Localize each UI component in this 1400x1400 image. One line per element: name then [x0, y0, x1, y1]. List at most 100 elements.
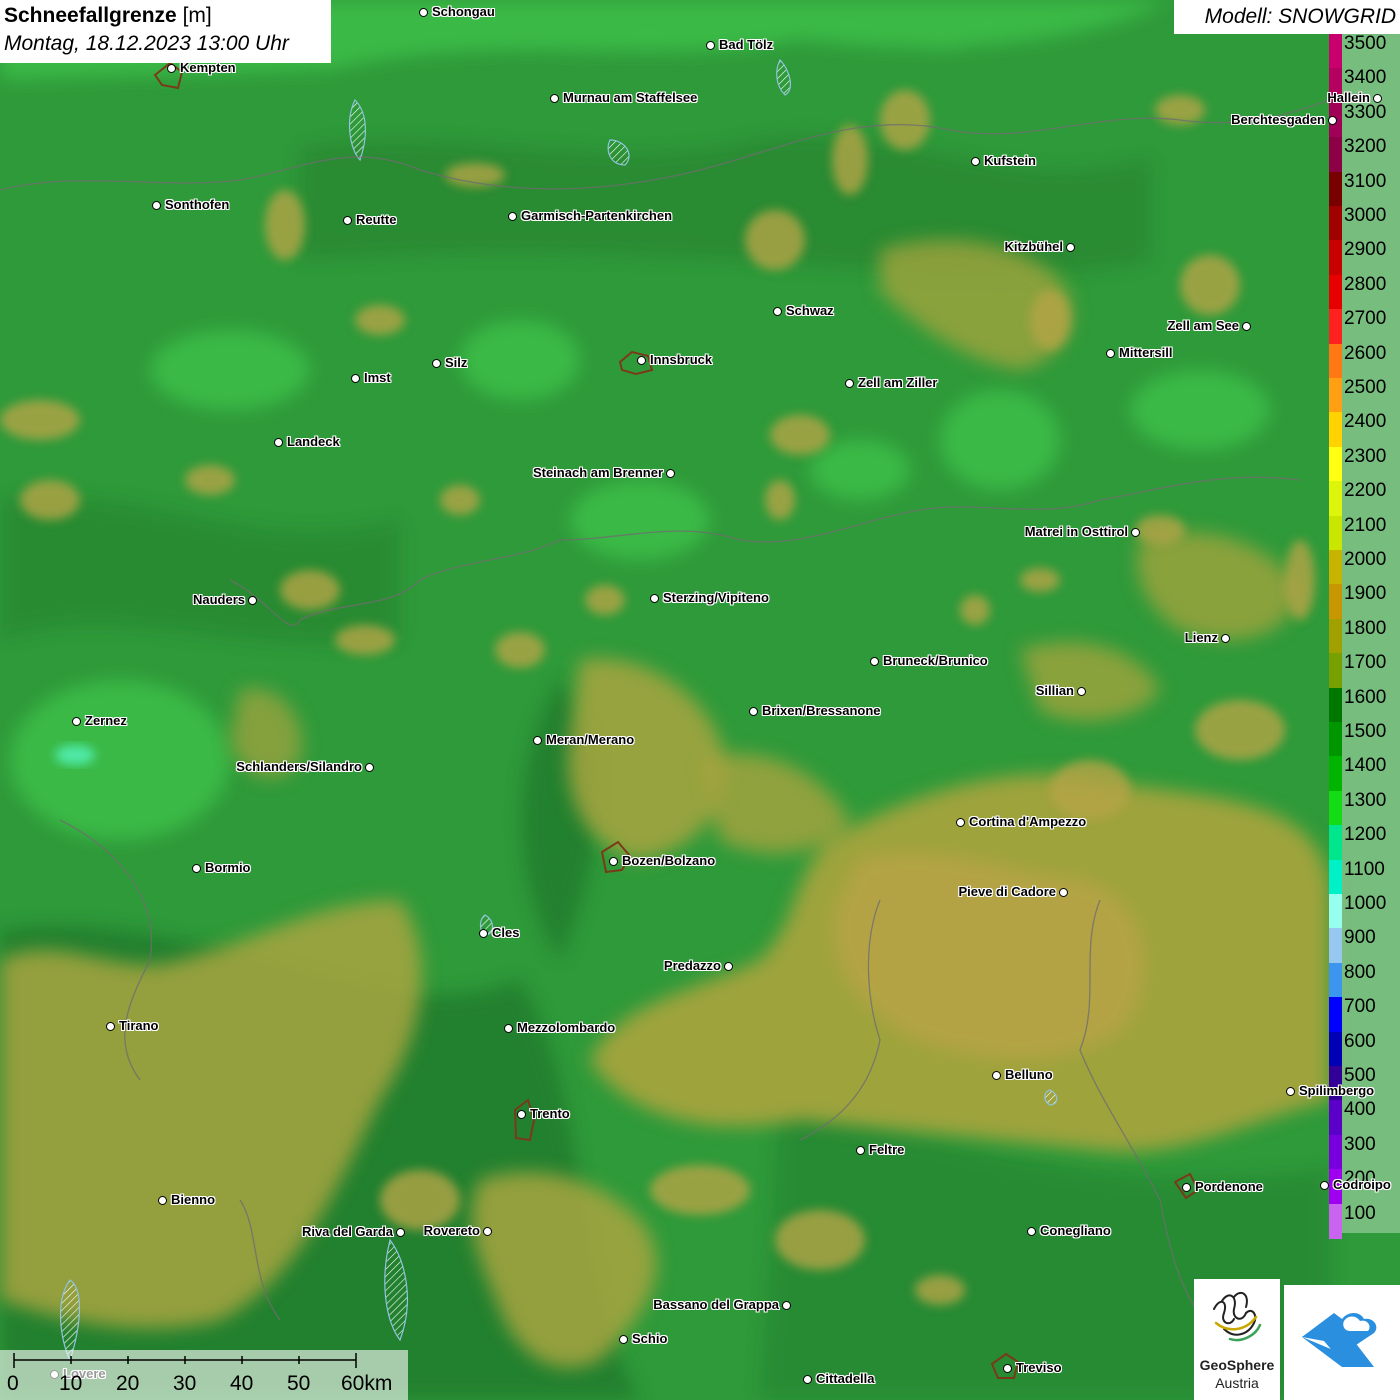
city-label: Cittadella	[816, 1371, 875, 1386]
legend-swatch-1600	[1329, 687, 1342, 723]
city-marker	[517, 1110, 526, 1119]
legend-swatch-1200	[1329, 825, 1342, 861]
city-label: Riva del Garda	[301, 1224, 393, 1239]
city-marker	[1131, 528, 1140, 537]
title-box: Schneefallgrenze [m] Montag, 18.12.2023 …	[0, 0, 331, 63]
legend-label-400: 400	[1344, 1099, 1376, 1121]
legend-swatch-2100	[1329, 515, 1342, 551]
city-label: Kempten	[180, 60, 236, 75]
legend-label-1300: 1300	[1344, 789, 1387, 811]
city-marker	[419, 8, 428, 17]
legend-label-2800: 2800	[1344, 273, 1387, 295]
legend-swatch-2600	[1329, 343, 1342, 379]
city-label: Berchtesgaden	[1231, 112, 1325, 127]
legend-label-900: 900	[1344, 927, 1376, 949]
city-marker	[666, 469, 675, 478]
city-marker	[167, 64, 176, 73]
city-marker	[609, 857, 618, 866]
legend-swatch-1000	[1329, 894, 1342, 929]
legend-label-2600: 2600	[1344, 342, 1387, 364]
legend-label-3100: 3100	[1344, 170, 1387, 192]
city-marker	[106, 1022, 115, 1031]
city-marker	[152, 201, 161, 210]
city-label: Bassano del Grappa	[653, 1297, 779, 1312]
model-box: Modell: SNOWGRID	[1174, 0, 1400, 34]
city-marker	[845, 379, 854, 388]
city-marker	[508, 212, 517, 221]
city-label: Bormio	[205, 860, 251, 875]
legend-swatch-3000	[1329, 206, 1342, 241]
legend-label-3000: 3000	[1344, 205, 1387, 226]
city-marker	[1182, 1183, 1191, 1192]
legend-label-1500: 1500	[1344, 721, 1387, 742]
city-label: Pordenone	[1195, 1179, 1263, 1194]
city-label: Sonthofen	[165, 197, 230, 212]
city-marker	[856, 1146, 865, 1155]
city-label: Conegliano	[1040, 1223, 1111, 1238]
model-label: Modell: SNOWGRID	[1204, 5, 1396, 28]
color-legend: 3500 3400 3300 3200 3100 3000 2900 2800 2700 2600…	[1329, 33, 1400, 1239]
city-label: Schlanders/Silandro	[236, 759, 362, 774]
legend-label-3500: 3500	[1344, 33, 1387, 54]
legend-label-1700: 1700	[1344, 652, 1387, 674]
legend-label-2500: 2500	[1344, 377, 1387, 398]
city-label: Tirano	[119, 1018, 159, 1033]
legend-swatch-1900	[1329, 584, 1342, 620]
city-marker	[72, 717, 81, 726]
app-logo[interactable]	[1284, 1285, 1400, 1400]
city-marker	[396, 1228, 405, 1237]
city-label: Garmisch-Partenkirchen	[521, 208, 673, 223]
legend-label-300: 300	[1344, 1133, 1376, 1155]
city-marker	[1003, 1364, 1012, 1373]
legend-label-1400: 1400	[1344, 755, 1387, 777]
city-marker	[1077, 687, 1086, 696]
city-label: Schwaz	[786, 303, 834, 318]
city-label: Innsbruck	[650, 352, 713, 367]
legend-swatch-2800	[1329, 274, 1342, 310]
city-marker	[1286, 1087, 1295, 1096]
city-label: Silz	[445, 355, 468, 370]
city-label: Mezzolombardo	[517, 1020, 616, 1035]
scale-label-0: 0	[7, 1372, 19, 1395]
legend-label-1900: 1900	[1344, 583, 1387, 605]
geosphere-text-1: GeoSphere	[1199, 1357, 1275, 1373]
city-label: Kitzbühel	[1004, 239, 1064, 254]
city-marker	[870, 657, 879, 666]
city-label: Pieve di Cadore	[958, 884, 1056, 899]
geosphere-logo[interactable]: GeoSphere Austria	[1194, 1279, 1280, 1400]
map-title: Schneefallgrenze [m]	[4, 4, 212, 28]
scale-bar: 0 10 20 30 40 50 60km	[0, 1350, 408, 1400]
legend-swatch-3200	[1329, 137, 1342, 173]
legend-swatch-700	[1329, 997, 1342, 1033]
city-marker	[992, 1071, 1001, 1080]
city-label: Kufstein	[984, 153, 1036, 168]
city-label: Murnau am Staffelsee	[563, 90, 698, 105]
city-label: Zell am Ziller	[858, 375, 938, 390]
city-marker	[1373, 94, 1382, 103]
city-label: Meran/Merano	[546, 732, 635, 747]
city-marker	[619, 1335, 628, 1344]
city-marker	[1242, 322, 1251, 331]
mountain-cloud-icon	[1302, 1313, 1377, 1367]
city-label: Matrei in Osttirol	[1024, 524, 1128, 539]
city-marker	[706, 41, 715, 50]
legend-label-1000: 1000	[1344, 893, 1387, 914]
city-label: Trento	[530, 1106, 570, 1121]
legend-label-600: 600	[1344, 1030, 1376, 1052]
city-label: Bienno	[171, 1192, 216, 1207]
legend-swatch-1400	[1329, 756, 1342, 792]
city-marker	[274, 438, 283, 447]
legend-swatch-2500	[1329, 378, 1342, 413]
city-marker	[1106, 349, 1115, 358]
city-label: Reutte	[356, 212, 397, 227]
city-marker	[351, 374, 360, 383]
legend-swatch-900	[1329, 928, 1342, 964]
city-label: Steinach am Brenner	[532, 465, 663, 480]
scale-label-10: 10	[59, 1372, 83, 1395]
city-label: Lienz	[1184, 630, 1218, 645]
city-marker	[550, 94, 559, 103]
city-marker	[365, 763, 374, 772]
legend-swatch-600	[1329, 1031, 1342, 1067]
city-label: Belluno	[1005, 1067, 1053, 1082]
city-label: Zell am See	[1167, 318, 1239, 333]
